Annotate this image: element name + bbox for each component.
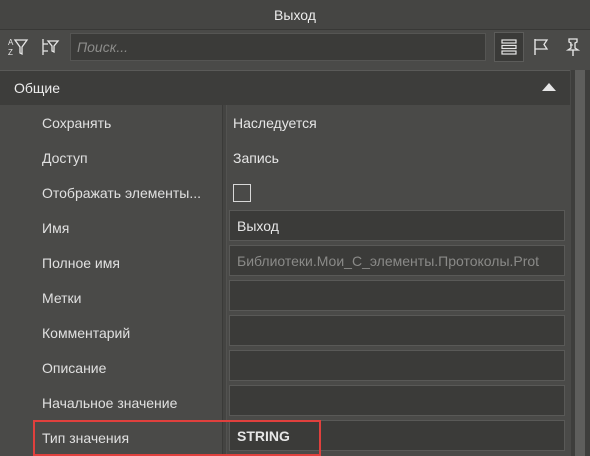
window-title-bar: Выход [0,0,590,30]
initial-value-field[interactable] [229,385,565,416]
property-label: Имя [42,219,70,236]
tree-filter-icon[interactable] [35,32,65,62]
column-splitter[interactable] [222,385,227,420]
property-label: Тип значения [42,429,130,446]
column-splitter[interactable] [222,350,227,385]
property-row-initial-value: Начальное значение [0,385,570,420]
property-row-value-type: Тип значения STRING [0,420,570,455]
flag-icon[interactable] [526,32,556,62]
comment-field[interactable] [229,315,565,346]
svg-text:A: A [8,38,14,47]
property-toolbar: A Z [0,30,590,64]
vertical-scrollbar[interactable] [571,70,590,456]
property-value[interactable]: Наследуется [227,105,570,140]
collapse-arrow-icon[interactable] [542,83,556,91]
column-splitter[interactable] [222,315,227,350]
property-label: Комментарий [42,324,131,341]
scrollbar-thumb[interactable] [575,70,585,456]
column-splitter[interactable] [222,280,227,315]
property-label: Описание [42,359,107,376]
tags-field[interactable] [229,280,565,311]
property-row-comment: Комментарий [0,315,570,350]
property-row-access: Доступ Запись [0,140,570,175]
property-row-description: Описание [0,350,570,385]
property-row-full-name: Полное имя Библиотеки.Мои_С_элементы.Про… [0,245,570,280]
section-header-general[interactable]: Общие [0,70,570,105]
list-view-icon[interactable] [494,32,524,62]
column-splitter[interactable] [222,210,227,245]
property-label: Полное имя [42,254,120,271]
property-row-display-elements: Отображать элементы... [0,175,570,210]
column-splitter[interactable] [222,245,227,280]
pin-icon[interactable] [558,32,588,62]
property-label: Доступ [42,149,88,166]
description-field[interactable] [229,350,565,381]
svg-text:Z: Z [8,48,13,57]
property-grid: Общие Сохранять Наследуется Доступ Запис… [0,70,570,456]
name-field[interactable]: Выход [229,210,565,241]
property-label: Сохранять [42,114,112,131]
full-name-field: Библиотеки.Мои_С_элементы.Протоколы.Prot [229,245,565,276]
property-row-save: Сохранять Наследуется [0,105,570,140]
section-title: Общие [14,80,61,96]
window-title: Выход [274,6,316,23]
property-label: Метки [42,289,82,306]
display-elements-checkbox[interactable] [233,183,251,202]
property-label: Начальное значение [42,394,178,411]
value-type-field[interactable]: STRING [229,420,565,451]
property-row-name: Имя Выход [0,210,570,245]
property-row-tags: Метки [0,280,570,315]
property-label: Отображать элементы... [42,184,202,201]
sort-az-filter-icon[interactable]: A Z [3,32,33,62]
column-splitter[interactable] [222,420,227,455]
search-input[interactable] [70,33,486,61]
property-value[interactable]: Запись [227,140,570,175]
